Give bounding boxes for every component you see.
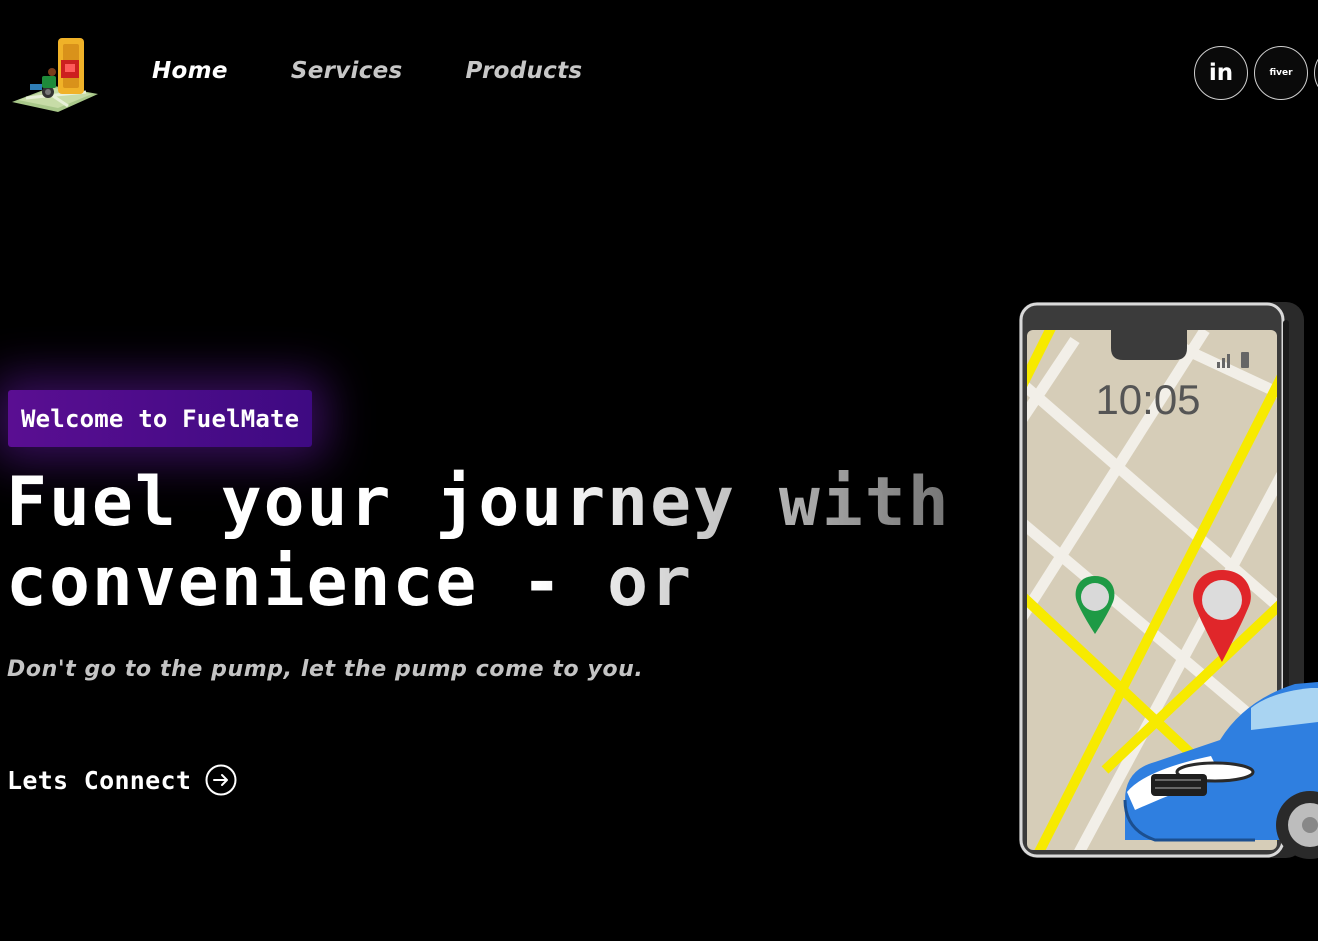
phone-map-car-illustration: 10:05 [1019, 302, 1318, 859]
phone-clock: 10:05 [1095, 376, 1200, 423]
fiverr-icon: fiver [1269, 68, 1293, 78]
fiverr-button[interactable]: fiver [1254, 46, 1308, 100]
third-social-button[interactable] [1314, 46, 1318, 100]
arrow-right-circle-icon [205, 764, 237, 796]
nav-products-link[interactable]: Products [466, 58, 583, 84]
hero-headline: Fuel your journey with convenience - or [6, 463, 966, 623]
hero-headline-line2: convenience - or [6, 543, 694, 622]
nav-home-link[interactable]: Home [152, 58, 228, 84]
main-nav: Home Services Products [152, 58, 582, 84]
fuelmate-logo[interactable] [8, 34, 100, 114]
welcome-badge-text: Welcome to FuelMate [21, 404, 300, 433]
linkedin-icon: in [1208, 60, 1234, 86]
hero-subtitle: Don't go to the pump, let the pump come … [7, 657, 644, 682]
lets-connect-label: Lets Connect [7, 765, 192, 795]
hero-headline-line1: Fuel your journey with [6, 463, 951, 542]
welcome-badge: Welcome to FuelMate [8, 390, 313, 447]
lets-connect-button[interactable]: Lets Connect [7, 764, 237, 796]
nav-services-link[interactable]: Services [291, 58, 403, 84]
linkedin-button[interactable]: in [1194, 46, 1248, 100]
